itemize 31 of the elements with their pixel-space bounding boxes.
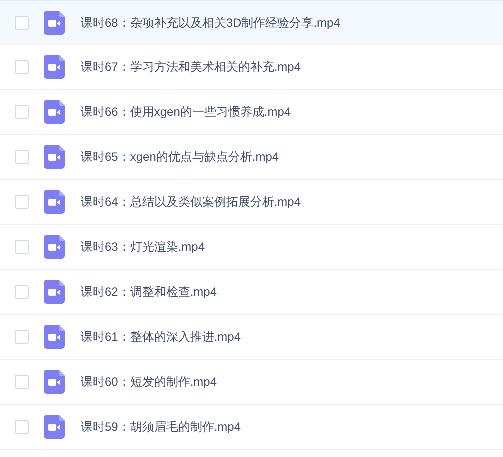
file-name[interactable]: 课时67：学习方法和美术相关的补充.mp4: [81, 58, 302, 76]
file-name[interactable]: 课时62：调整和检查.mp4: [81, 283, 218, 301]
checkbox[interactable]: [15, 330, 29, 344]
video-file-icon: [44, 280, 65, 304]
checkbox[interactable]: [15, 150, 29, 164]
checkbox[interactable]: [15, 375, 29, 389]
video-file-icon: [44, 190, 65, 214]
video-file-icon: [44, 415, 65, 439]
file-name[interactable]: 课时63：灯光渲染.mp4: [81, 238, 206, 256]
video-file-icon: [44, 145, 65, 169]
file-name[interactable]: 课时60：短发的制作.mp4: [81, 373, 218, 391]
file-name[interactable]: 课时65：xgen的优点与缺点分析.mp4: [81, 148, 280, 166]
video-file-icon: [44, 235, 65, 259]
video-file-icon: [44, 10, 65, 34]
checkbox[interactable]: [15, 195, 29, 209]
file-name[interactable]: 课时61：整体的深入推进.mp4: [81, 328, 242, 346]
video-file-icon: [44, 55, 65, 79]
checkbox[interactable]: [15, 240, 29, 254]
file-name[interactable]: 课时59：胡须眉毛的制作.mp4: [81, 418, 242, 436]
video-file-icon: [44, 325, 65, 349]
file-name[interactable]: 课时66：使用xgen的一些习惯养成.mp4: [81, 103, 292, 121]
checkbox[interactable]: [15, 60, 29, 74]
checkbox[interactable]: [15, 16, 29, 30]
file-row[interactable]: 课时68：杂项补充以及相关3D制作经验分享.mp4: [0, 0, 503, 45]
video-file-icon: [44, 100, 65, 124]
file-name[interactable]: 课时68：杂项补充以及相关3D制作经验分享.mp4: [81, 14, 340, 32]
checkbox[interactable]: [15, 420, 29, 434]
checkbox[interactable]: [15, 285, 29, 299]
file-name[interactable]: 课时64：总结以及类似案例拓展分析.mp4: [81, 193, 302, 211]
video-file-icon: [44, 370, 65, 394]
checkbox[interactable]: [15, 105, 29, 119]
